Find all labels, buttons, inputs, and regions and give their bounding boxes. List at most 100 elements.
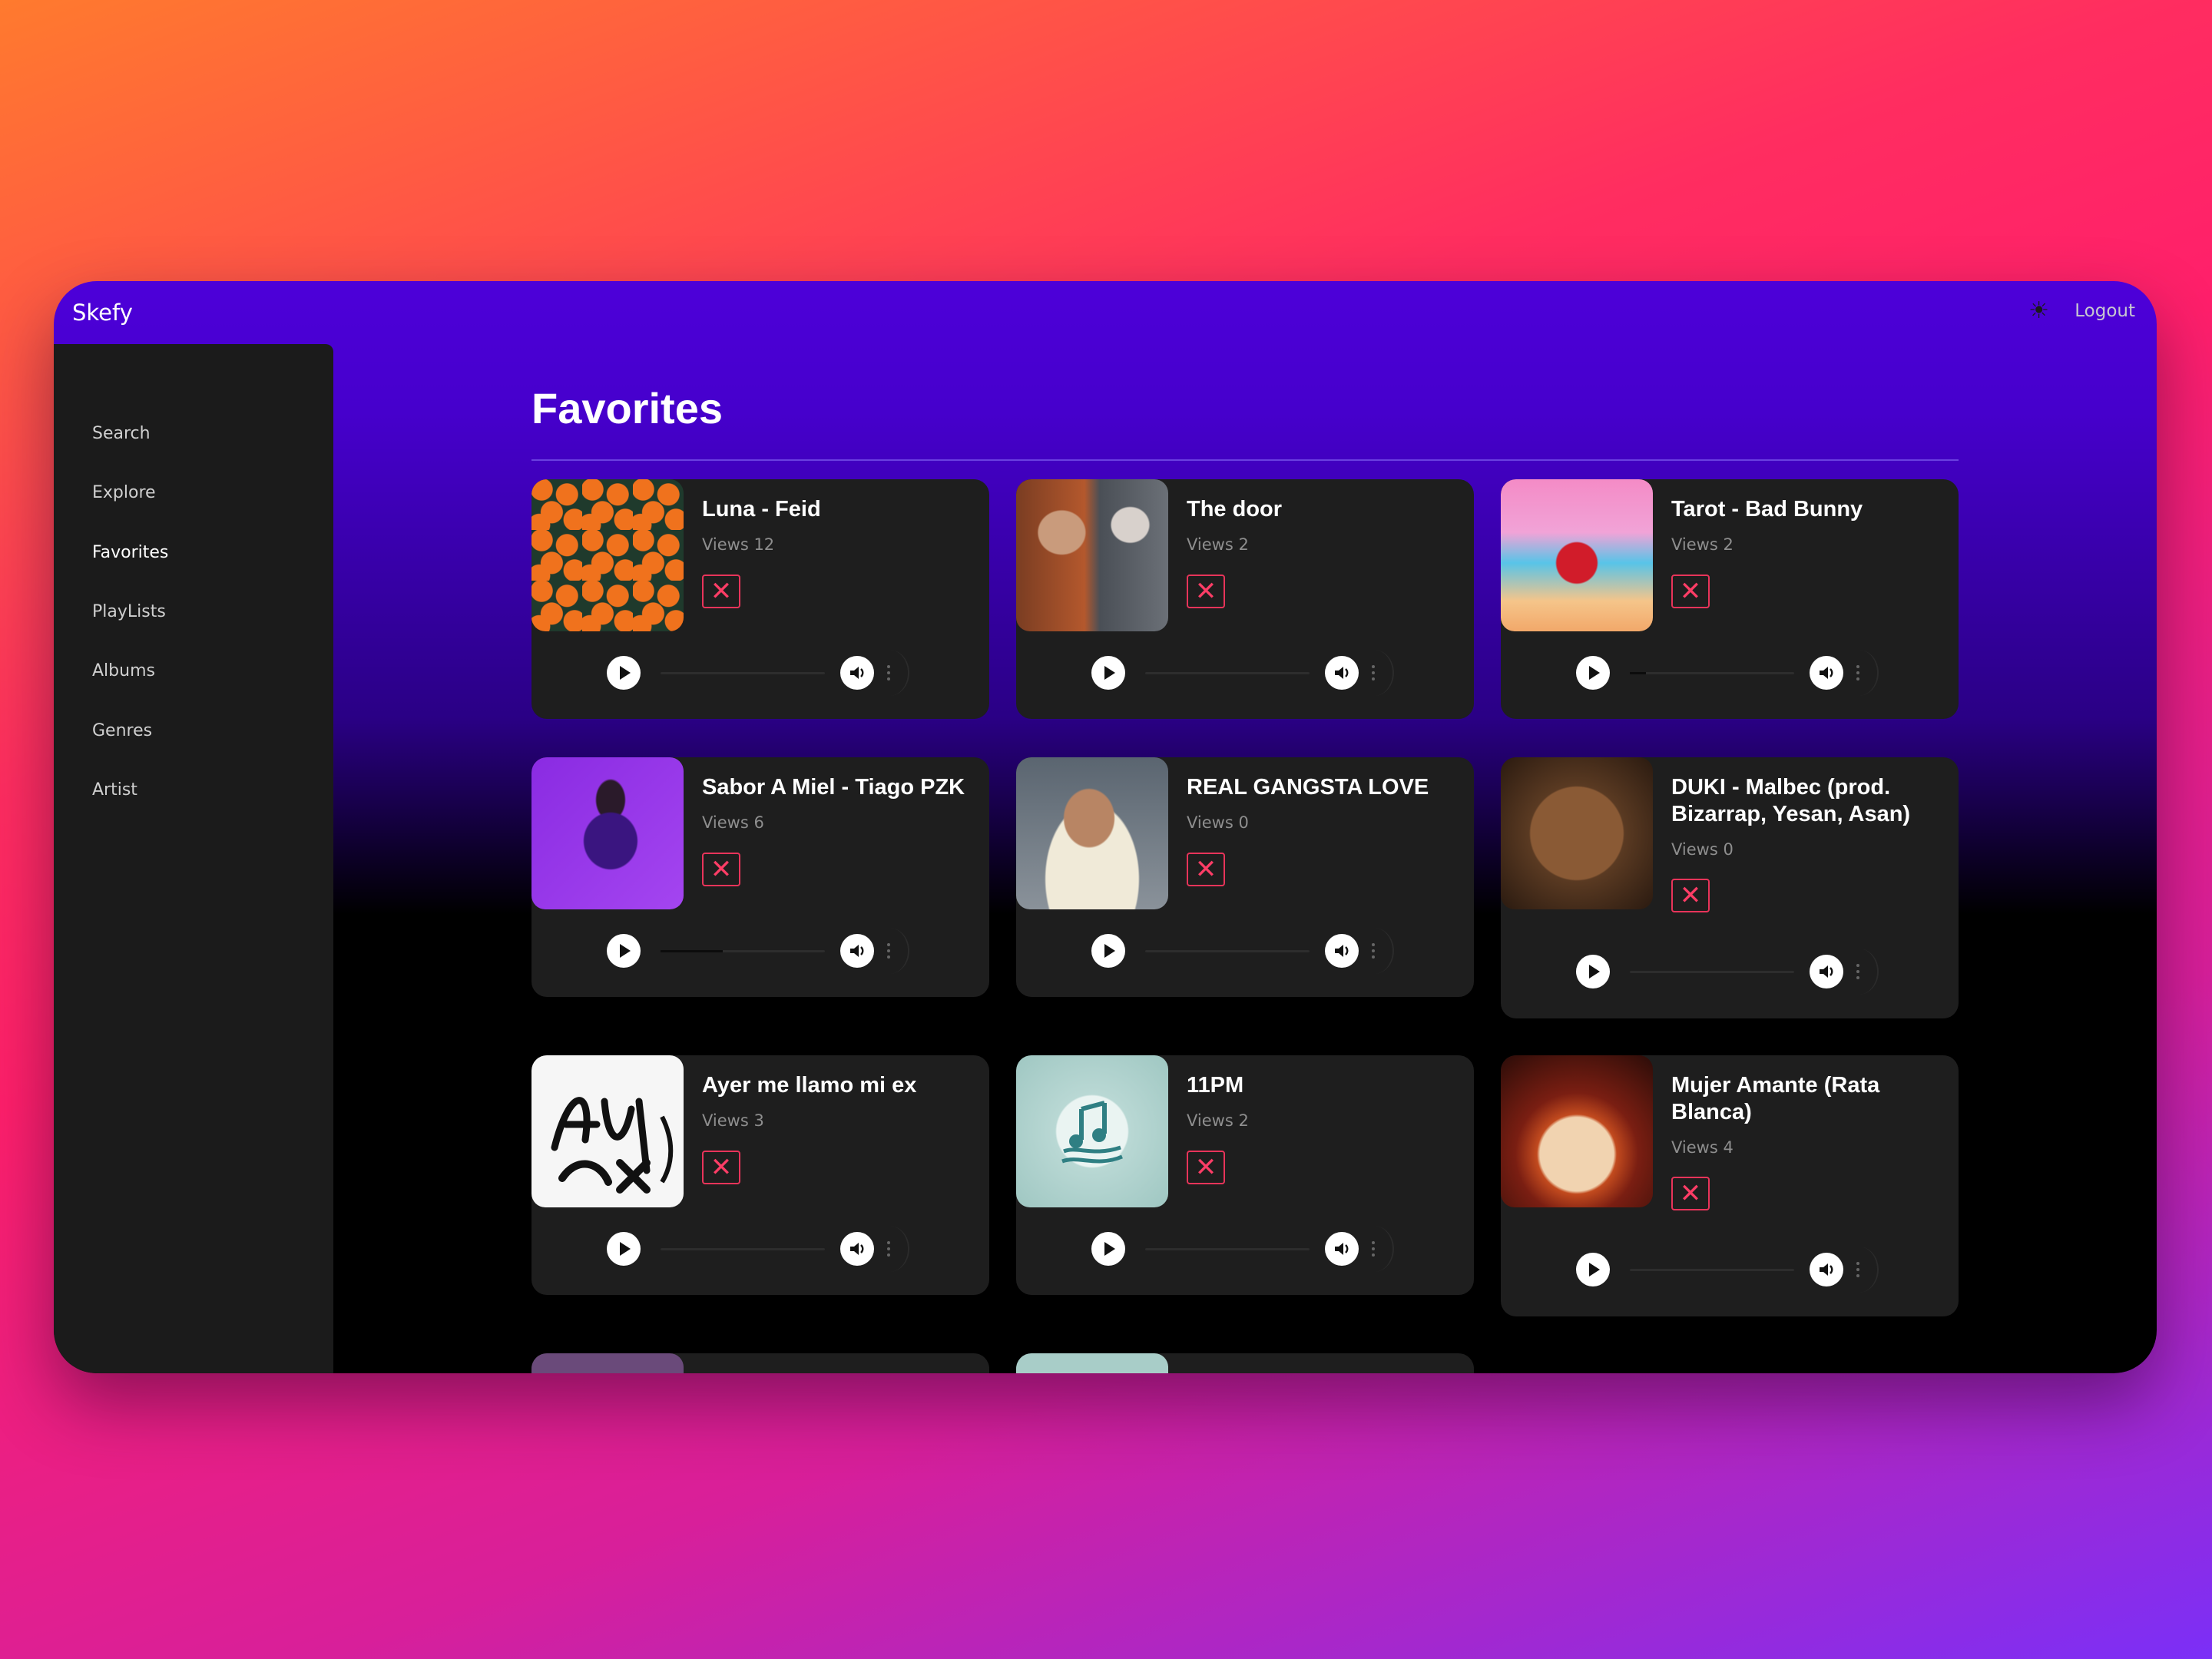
logout-button[interactable]: Logout: [2075, 301, 2135, 321]
sidebar-item-explore[interactable]: Explore: [92, 483, 156, 502]
play-button[interactable]: [1091, 1232, 1125, 1266]
song-title: Tarot - Bad Bunny: [1671, 497, 1863, 522]
remove-favorite-button[interactable]: ✕: [702, 1151, 740, 1184]
more-options-icon[interactable]: [1371, 943, 1376, 960]
more-options-icon[interactable]: [1371, 665, 1376, 682]
more-options-icon[interactable]: [1856, 665, 1860, 682]
song-views: Views 12: [702, 535, 775, 554]
sidebar-item-artist[interactable]: Artist: [92, 780, 137, 800]
song-title: REAL GANGSTA LOVE: [1187, 775, 1429, 800]
volume-button[interactable]: [1325, 656, 1359, 690]
song-title: Ayer me llamo mi ex: [702, 1073, 917, 1098]
song-views: Views 2: [1187, 535, 1249, 554]
more-options-icon[interactable]: [1371, 1241, 1376, 1258]
sidebar-item-albums[interactable]: Albums: [92, 661, 155, 680]
remove-favorite-button[interactable]: ✕: [1187, 575, 1225, 608]
volume-icon: [850, 667, 864, 679]
song-card: 11PM Views 2 ✕: [1016, 1055, 1474, 1295]
album-art: [1016, 757, 1168, 909]
progress-track[interactable]: [1630, 971, 1794, 973]
song-views: Views 3: [702, 1111, 764, 1130]
volume-icon: [850, 945, 864, 957]
album-art: [531, 1055, 684, 1207]
more-options-icon[interactable]: [886, 943, 891, 960]
song-card: DUKI - Malbec (prod. Bizarrap, Yesan, As…: [1501, 757, 1959, 1018]
title-divider: [531, 459, 1959, 461]
play-button[interactable]: [1091, 656, 1125, 690]
album-art: [1501, 1055, 1653, 1207]
song-title: The door: [1187, 497, 1283, 522]
song-card: The door Views 2 ✕: [1016, 479, 1474, 719]
more-options-icon[interactable]: [886, 665, 891, 682]
song-title: Sabor A Miel - Tiago PZK: [702, 775, 965, 800]
play-button[interactable]: [1091, 934, 1125, 968]
progress-track[interactable]: [1145, 950, 1310, 952]
album-art: [1501, 757, 1653, 909]
page-title: Favorites: [531, 384, 723, 432]
progress-track[interactable]: [1630, 672, 1794, 674]
remove-favorite-button[interactable]: ✕: [1187, 853, 1225, 886]
song-card-partial: [1016, 1353, 1474, 1373]
song-card-partial: [531, 1353, 989, 1373]
volume-button[interactable]: [1810, 656, 1843, 690]
song-card: Luna - Feid Views 12 ✕: [531, 479, 989, 719]
volume-icon: [1820, 965, 1833, 978]
sidebar-item-genres[interactable]: Genres: [92, 721, 152, 740]
song-views: Views 4: [1671, 1138, 1734, 1157]
remove-favorite-button[interactable]: ✕: [1671, 575, 1710, 608]
app-window: Skefy ☀ Logout Search Explore Favorites …: [54, 281, 2157, 1373]
remove-favorite-button[interactable]: ✕: [1187, 1151, 1225, 1184]
album-art: [1016, 1055, 1168, 1207]
volume-button[interactable]: [1325, 1232, 1359, 1266]
progress-track[interactable]: [661, 1248, 825, 1250]
play-button[interactable]: [1576, 656, 1610, 690]
remove-favorite-button[interactable]: ✕: [1671, 879, 1710, 912]
album-art: [1016, 1353, 1168, 1373]
song-views: Views 6: [702, 813, 764, 832]
song-views: Views 0: [1671, 840, 1734, 859]
play-button[interactable]: [1576, 1253, 1610, 1286]
album-art-lettering: [551, 1097, 674, 1194]
play-button[interactable]: [607, 1232, 641, 1266]
volume-icon: [1820, 667, 1833, 679]
progress-track[interactable]: [661, 950, 825, 952]
volume-button[interactable]: [1810, 955, 1843, 988]
song-title: 11PM: [1187, 1073, 1244, 1098]
volume-button[interactable]: [1325, 934, 1359, 968]
volume-icon: [850, 1243, 864, 1255]
sidebar-item-search[interactable]: Search: [92, 424, 151, 443]
progress-track[interactable]: [1145, 672, 1310, 674]
app-brand[interactable]: Skefy: [72, 300, 133, 326]
song-card: Sabor A Miel - Tiago PZK Views 6 ✕: [531, 757, 989, 997]
remove-favorite-button[interactable]: ✕: [702, 853, 740, 886]
remove-favorite-button[interactable]: ✕: [702, 575, 740, 608]
sidebar-item-favorites[interactable]: Favorites: [92, 543, 168, 562]
volume-button[interactable]: [840, 1232, 874, 1266]
play-button[interactable]: [607, 656, 641, 690]
more-options-icon[interactable]: [886, 1241, 891, 1258]
progress-fill: [661, 950, 724, 952]
album-art: [531, 479, 684, 631]
sidebar: Search Explore Favorites PlayLists Album…: [54, 344, 333, 1373]
progress-track[interactable]: [1630, 1269, 1794, 1271]
album-art: [531, 757, 684, 909]
progress-track[interactable]: [661, 672, 825, 674]
volume-button[interactable]: [1810, 1253, 1843, 1286]
remove-favorite-button[interactable]: ✕: [1671, 1177, 1710, 1210]
progress-track[interactable]: [1145, 1248, 1310, 1250]
more-options-icon[interactable]: [1856, 1262, 1860, 1279]
play-button[interactable]: [607, 934, 641, 968]
song-views: Views 2: [1671, 535, 1734, 554]
progress-fill: [1630, 672, 1647, 674]
sun-icon[interactable]: ☀: [2028, 300, 2049, 323]
volume-button[interactable]: [840, 934, 874, 968]
sidebar-item-playlists[interactable]: PlayLists: [92, 602, 166, 621]
volume-icon: [1335, 1243, 1349, 1255]
more-options-icon[interactable]: [1856, 964, 1860, 981]
album-art: [531, 1353, 684, 1373]
volume-icon: [1820, 1263, 1833, 1276]
volume-button[interactable]: [840, 656, 874, 690]
play-button[interactable]: [1576, 955, 1610, 988]
song-card: Tarot - Bad Bunny Views 2 ✕: [1501, 479, 1959, 719]
volume-icon: [1335, 667, 1349, 679]
